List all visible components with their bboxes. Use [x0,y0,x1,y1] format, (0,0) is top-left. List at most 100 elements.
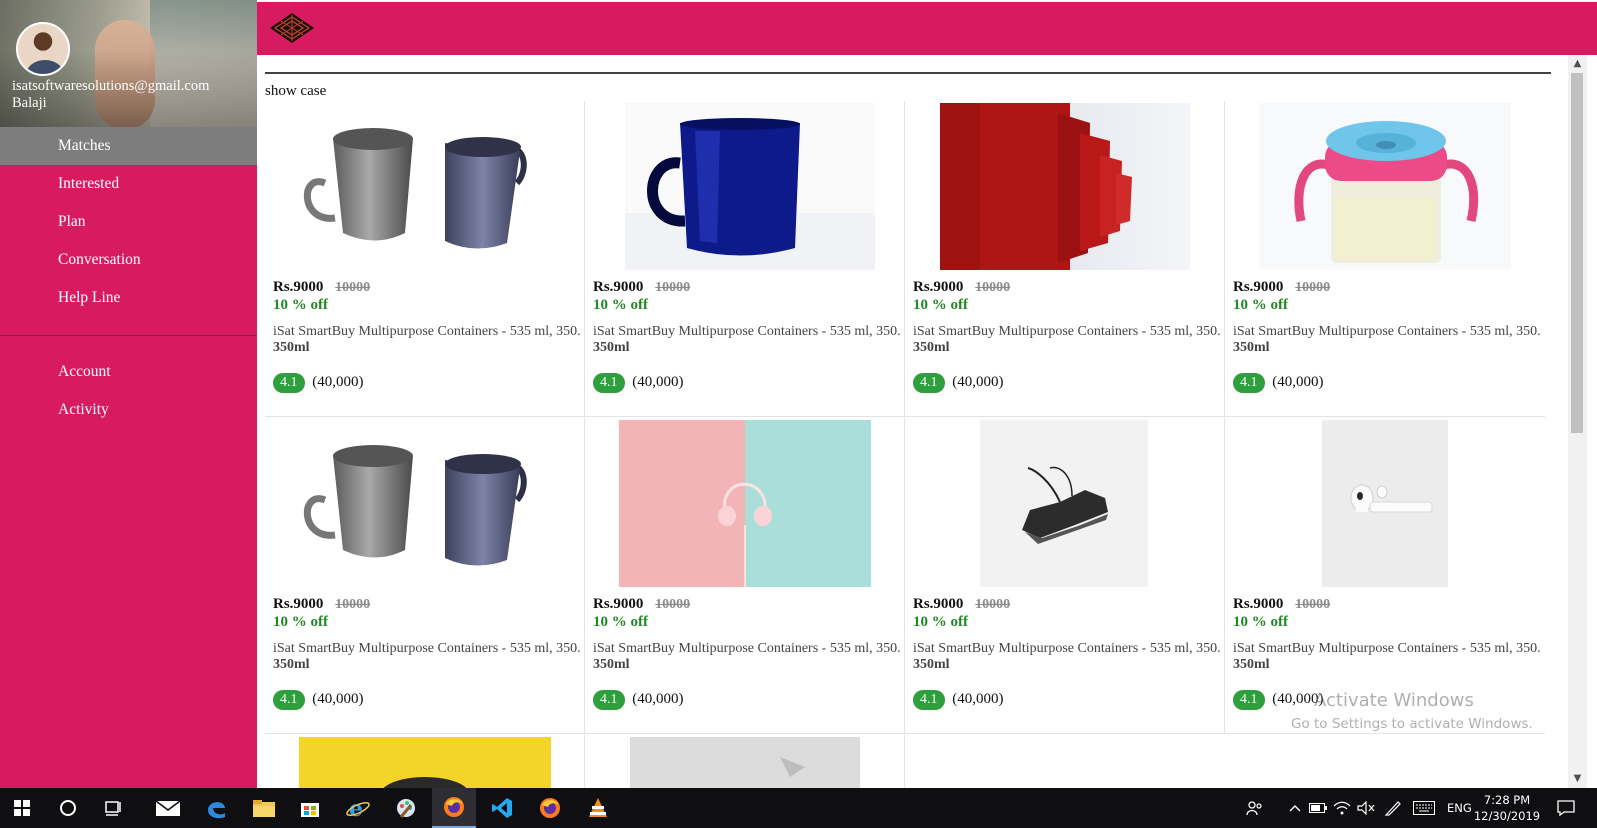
review-count: (40,000) [1272,374,1324,390]
paint-app-icon[interactable] [384,788,428,828]
product-image[interactable] [619,420,871,587]
product-title[interactable]: iSat SmartBuy Multipurpose Containers - … [913,641,1223,673]
product-title[interactable]: iSat SmartBuy Multipurpose Containers - … [913,324,1223,356]
product-subtitle: 350ml [1233,657,1270,672]
rating-row: 4.1 (40,000) [913,690,1004,710]
product-price: Rs.9000 [593,596,644,612]
task-view-icon[interactable] [92,788,136,828]
store-icon[interactable] [288,788,332,828]
sidebar-item-help-line[interactable]: Help Line [0,279,257,317]
vscode-icon[interactable] [480,788,524,828]
review-count: (40,000) [312,691,364,707]
product-card[interactable] [585,735,905,788]
volume-muted-icon[interactable] [1354,788,1378,828]
product-mrp: 10000 [335,597,371,612]
product-card[interactable]: Rs.9000 10000 10 % off iSat SmartBuy Mul… [585,418,905,734]
product-image[interactable] [630,737,860,788]
product-price: Rs.9000 [593,279,644,295]
product-title[interactable]: iSat SmartBuy Multipurpose Containers - … [273,324,583,356]
sidebar-item-matches[interactable]: Matches [0,127,257,165]
scroll-up-icon[interactable]: ▲ [1572,58,1583,70]
review-count: (40,000) [952,691,1004,707]
product-image[interactable] [299,737,551,788]
rating-row: 4.1 (40,000) [1233,690,1324,710]
price-row: Rs.9000 10000 [1233,279,1330,296]
product-mrp: 10000 [655,597,691,612]
people-icon[interactable] [1240,788,1270,828]
touch-keyboard-icon[interactable] [1409,788,1439,828]
scrollbar-thumb[interactable] [1571,73,1583,433]
product-card[interactable]: Rs.9000 10000 10 % off iSat SmartBuy Mul… [905,418,1225,734]
internet-explorer-icon[interactable]: e [336,788,380,828]
notification-center-icon[interactable] [1548,788,1584,828]
price-row: Rs.9000 10000 [1233,596,1330,613]
price-row: Rs.9000 10000 [593,279,690,296]
product-price: Rs.9000 [913,596,964,612]
sidebar-item-plan[interactable]: Plan [0,203,257,241]
file-explorer-icon[interactable] [242,788,286,828]
product-subtitle: 350ml [1233,340,1270,355]
system-clock[interactable]: 7:28 PM 12/30/2019 [1472,792,1542,824]
product-discount: 10 % off [273,614,328,630]
brand-logo-icon[interactable] [269,12,315,44]
scroll-down-icon[interactable]: ▼ [1572,773,1583,785]
sidebar-item-conversation[interactable]: Conversation [0,241,257,279]
product-price: Rs.9000 [1233,596,1284,612]
product-image[interactable] [940,103,1190,270]
profile-name: Balaji [12,95,47,111]
sidebar-item-interested[interactable]: Interested [0,165,257,203]
cortana-search-icon[interactable] [46,788,90,828]
price-row: Rs.9000 10000 [273,279,370,296]
mail-icon[interactable] [146,788,190,828]
product-image[interactable] [625,103,875,270]
windows-start-icon[interactable] [0,788,44,828]
product-card[interactable]: Rs.9000 10000 10 % off iSat SmartBuy Mul… [905,101,1225,417]
sidebar-item-account[interactable]: Account [0,353,257,391]
product-title[interactable]: iSat SmartBuy Multipurpose Containers - … [593,641,903,673]
vlc-player-icon[interactable] [576,788,620,828]
vertical-scrollbar[interactable]: ▲ ▼ [1568,55,1587,788]
chevron-up-icon[interactable] [1283,788,1307,828]
sidebar-item-activity[interactable]: Activity [0,391,257,429]
battery-icon[interactable] [1306,788,1330,828]
wifi-icon[interactable] [1330,788,1354,828]
product-title[interactable]: iSat SmartBuy Multipurpose Containers - … [1233,641,1543,673]
product-mrp: 10000 [1295,280,1331,295]
product-card[interactable]: Rs.9000 10000 10 % off iSat SmartBuy Mul… [1225,101,1545,417]
product-mrp: 10000 [1295,597,1331,612]
firefox-active-icon[interactable] [432,788,476,828]
product-subtitle: 350ml [273,657,310,672]
product-mrp: 10000 [655,280,691,295]
review-count: (40,000) [312,374,364,390]
product-title[interactable]: iSat SmartBuy Multipurpose Containers - … [1233,324,1543,356]
product-card[interactable]: Rs.9000 10000 10 % off iSat SmartBuy Mul… [265,101,585,417]
product-image[interactable] [1259,103,1511,270]
section-title: show case [265,83,327,99]
product-title-text: iSat SmartBuy Multipurpose Containers - … [913,324,1221,339]
input-language[interactable]: ENG [1447,801,1472,815]
product-card[interactable]: Rs.9000 10000 10 % off iSat SmartBuy Mul… [265,418,585,734]
product-card[interactable]: Rs.9000 10000 10 % off iSat SmartBuy Mul… [585,101,905,417]
product-card[interactable]: Rs.9000 10000 10 % off iSat SmartBuy Mul… [1225,418,1545,734]
product-subtitle: 350ml [913,657,950,672]
product-subtitle: 350ml [593,657,630,672]
product-title[interactable]: iSat SmartBuy Multipurpose Containers - … [593,324,903,356]
product-card[interactable] [265,735,585,788]
product-price: Rs.9000 [1233,279,1284,295]
product-subtitle: 350ml [593,340,630,355]
product-image[interactable] [1322,420,1448,587]
product-image[interactable] [295,103,535,270]
avatar[interactable] [16,22,70,76]
firefox-icon[interactable] [528,788,572,828]
product-image[interactable] [980,420,1148,587]
product-mrp: 10000 [975,280,1011,295]
product-title-text: iSat SmartBuy Multipurpose Containers - … [273,641,581,656]
product-title[interactable]: iSat SmartBuy Multipurpose Containers - … [273,641,583,673]
product-image[interactable] [295,420,535,587]
product-title-text: iSat SmartBuy Multipurpose Containers - … [1233,641,1541,656]
product-discount: 10 % off [273,297,328,313]
main-content: show case Rs.9000 10000 10 % off iSat Sm… [257,55,1568,788]
edge-browser-icon[interactable] [194,788,238,828]
pen-ink-icon[interactable] [1381,788,1405,828]
price-row: Rs.9000 10000 [913,596,1010,613]
